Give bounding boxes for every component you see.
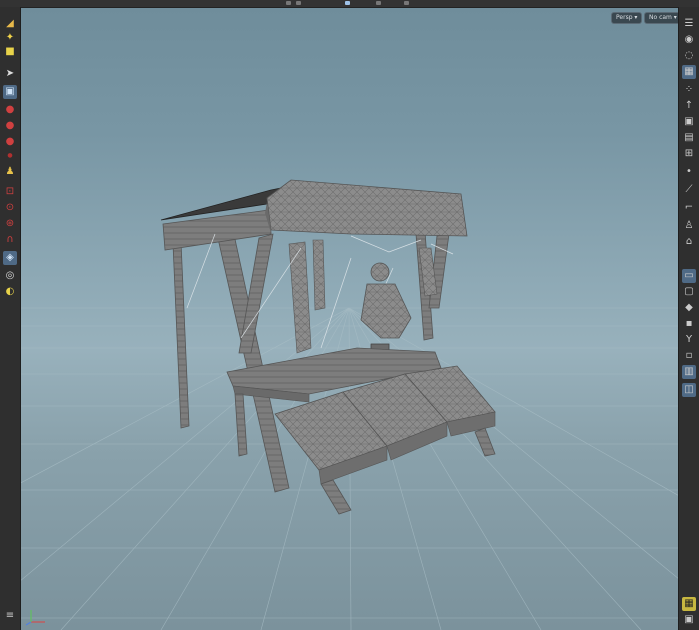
image-icon: ▤ [684, 132, 694, 143]
shading-mode[interactable]: ◉ [682, 33, 696, 47]
visualizer-a[interactable]: ▢ [682, 285, 696, 299]
menu-icon: ☰ [684, 18, 694, 29]
brush-tool[interactable]: ⊡ [3, 185, 17, 199]
pose-tool[interactable]: ♟ [3, 165, 17, 179]
square-icon: ▢ [684, 286, 694, 297]
eye-icon: ▫ [685, 350, 693, 361]
left-toolbar: ◢ ✦ ■ ➤ ▣ ● ● ● ● ♟ ⊡ ⊙ ⊛ ∩ ◈ ◎ ◐ ≡ [0, 7, 21, 630]
script-tool[interactable]: ≡ [3, 609, 17, 623]
handle-tool[interactable]: ● [3, 103, 17, 117]
points[interactable]: ⁘ [682, 83, 696, 97]
lasso-icon: ⊙ [5, 202, 15, 213]
gizmo-icon: ⟋ [685, 184, 693, 195]
dot-red-icon: ● [5, 104, 15, 115]
market-stall-model[interactable] [160, 179, 496, 515]
pointer-tool[interactable]: ➤ [3, 67, 17, 81]
magnet-icon: ∩ [6, 234, 14, 245]
guide-icon: ⌂ [685, 236, 693, 247]
dot-red-icon: ● [7, 152, 13, 159]
snapshot[interactable]: ▣ [682, 613, 696, 627]
eye-icon: ▪ [685, 318, 693, 329]
dot-red-icon: ● [5, 120, 15, 131]
frame-icon: ▣ [684, 614, 694, 625]
lasso-tool-2[interactable]: ⊛ [3, 217, 17, 231]
script-icon: ≡ [5, 610, 15, 621]
pointer-icon: ➤ [5, 68, 15, 79]
frame-icon: ▭ [684, 270, 694, 281]
light-icon: ◐ [5, 286, 15, 297]
cube-outline-icon: ◫ [684, 384, 694, 395]
chevron-left-icon[interactable] [286, 1, 291, 5]
move-tool[interactable]: ✦ [3, 31, 17, 45]
camera-icon[interactable] [345, 1, 350, 5]
handles[interactable]: ⟋ [682, 183, 696, 197]
square-icon: ▣ [5, 86, 15, 97]
figure-icon: ♟ [5, 166, 15, 177]
pencil-icon: ■ [5, 46, 15, 57]
magnet-icon: • [686, 166, 692, 177]
grid[interactable]: ⊞ [682, 147, 696, 161]
3d-viewport[interactable]: Persp ▾ No cam ▾ [21, 8, 678, 630]
select-box-tool[interactable]: ▣ [3, 85, 17, 99]
snapping[interactable]: • [682, 165, 696, 179]
sphere-icon: ◉ [684, 34, 694, 45]
guides[interactable]: ⌐ [682, 201, 696, 215]
visualizer-d[interactable]: Y [682, 333, 696, 347]
visualizer-e[interactable]: ▫ [682, 349, 696, 363]
visualizers[interactable]: ▥ [682, 365, 696, 379]
lasso-icon: ⊛ [5, 218, 15, 229]
eye-icon: ▥ [684, 366, 694, 377]
paint-tool[interactable]: ■ [3, 45, 17, 59]
square-icon: ▦ [684, 598, 694, 609]
grid-icon: ⊞ [684, 148, 694, 159]
normals[interactable]: ↑ [682, 99, 696, 113]
settings-icon[interactable] [404, 1, 409, 5]
eye-icon: ◈ [6, 252, 14, 263]
wireframe[interactable]: ▦ [682, 65, 696, 79]
guides-3[interactable]: ⌂ [682, 235, 696, 249]
camera-tool[interactable]: ◎ [3, 269, 17, 283]
viewport-scene [21, 179, 678, 630]
guide-icon: ♙ [684, 220, 694, 231]
rotate-tool[interactable]: ● [3, 135, 17, 149]
arrows-move-icon: ✦ [5, 32, 15, 43]
dots-icon: ⁘ [684, 84, 694, 95]
eye-icon: Y [685, 334, 693, 345]
visualizer-b[interactable]: ◆ [682, 301, 696, 315]
right-toolbar: ☰ ◉ ◌ ▦ ⁘ ↑ ▣ ▤ ⊞ • ⟋ ⌐ ♙ ⌂ ▭ ▢ ◆ ▪ Y ▫ … [678, 7, 699, 630]
background[interactable]: ▤ [682, 131, 696, 145]
lights[interactable]: ◌ [682, 49, 696, 63]
arrow-cursor-icon: ◢ [6, 18, 14, 29]
render-region[interactable]: ▦ [682, 597, 696, 611]
guide-icon: ⌐ [684, 202, 694, 213]
dot-red-icon: ● [5, 136, 15, 147]
flashlight-tool[interactable]: ◐ [3, 285, 17, 299]
lasso-tool[interactable]: ⊙ [3, 201, 17, 215]
chevron-right-icon[interactable] [296, 1, 301, 5]
translate-tool[interactable]: ● [3, 119, 17, 133]
camera-lens-icon: ◎ [5, 270, 15, 281]
select-tool[interactable]: ◢ [3, 17, 17, 31]
top-menu-bar [0, 0, 699, 8]
guides-2[interactable]: ♙ [682, 219, 696, 233]
scale-tool[interactable]: ● [3, 149, 17, 163]
eye-icon: ◆ [685, 302, 693, 313]
brush-icon: ⊡ [5, 186, 15, 197]
view-tool[interactable]: ◈ [3, 251, 17, 265]
safe-area[interactable]: ▭ [682, 269, 696, 283]
snap-tool[interactable]: ∩ [3, 233, 17, 247]
camera-icon: ▣ [684, 116, 694, 127]
bulb-icon: ◌ [684, 50, 694, 61]
cube-icon: ▦ [684, 66, 694, 77]
camera-persp[interactable]: ▣ [682, 115, 696, 129]
arrow-up-icon: ↑ [684, 100, 694, 111]
visualizer-c[interactable]: ▪ [682, 317, 696, 331]
scene-view[interactable]: ◫ [682, 383, 696, 397]
grid-icon[interactable] [376, 1, 381, 5]
display-options[interactable]: ☰ [682, 17, 696, 31]
axes-gizmo-icon [25, 610, 45, 626]
